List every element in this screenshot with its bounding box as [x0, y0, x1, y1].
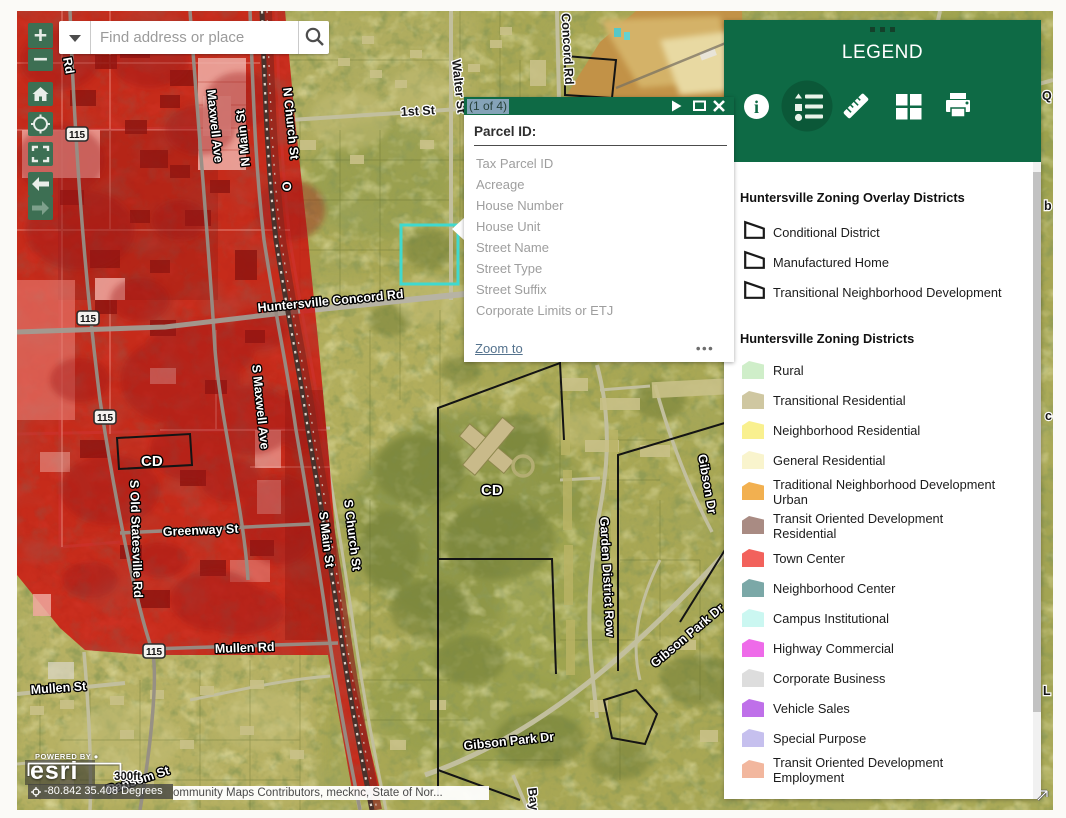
- svg-text:Q: Q: [1042, 89, 1052, 103]
- svg-text:Mullen Rd: Mullen Rd: [215, 640, 275, 656]
- svg-text:b: b: [1044, 199, 1052, 213]
- svg-text:115: 115: [80, 314, 97, 325]
- svg-text:i: i: [754, 97, 759, 117]
- svg-text:O: O: [279, 181, 294, 192]
- svg-text:1st St: 1st St: [400, 103, 436, 119]
- svg-text:CD: CD: [481, 482, 503, 499]
- svg-text:c: c: [1045, 409, 1052, 423]
- svg-text:Rd: Rd: [60, 56, 77, 75]
- svg-text:L: L: [1043, 684, 1051, 698]
- svg-text:CD: CD: [141, 453, 163, 470]
- svg-text:115: 115: [69, 130, 86, 141]
- svg-text:115: 115: [146, 647, 163, 658]
- svg-text:115: 115: [97, 413, 114, 424]
- svg-text:Bay: Bay: [525, 787, 541, 810]
